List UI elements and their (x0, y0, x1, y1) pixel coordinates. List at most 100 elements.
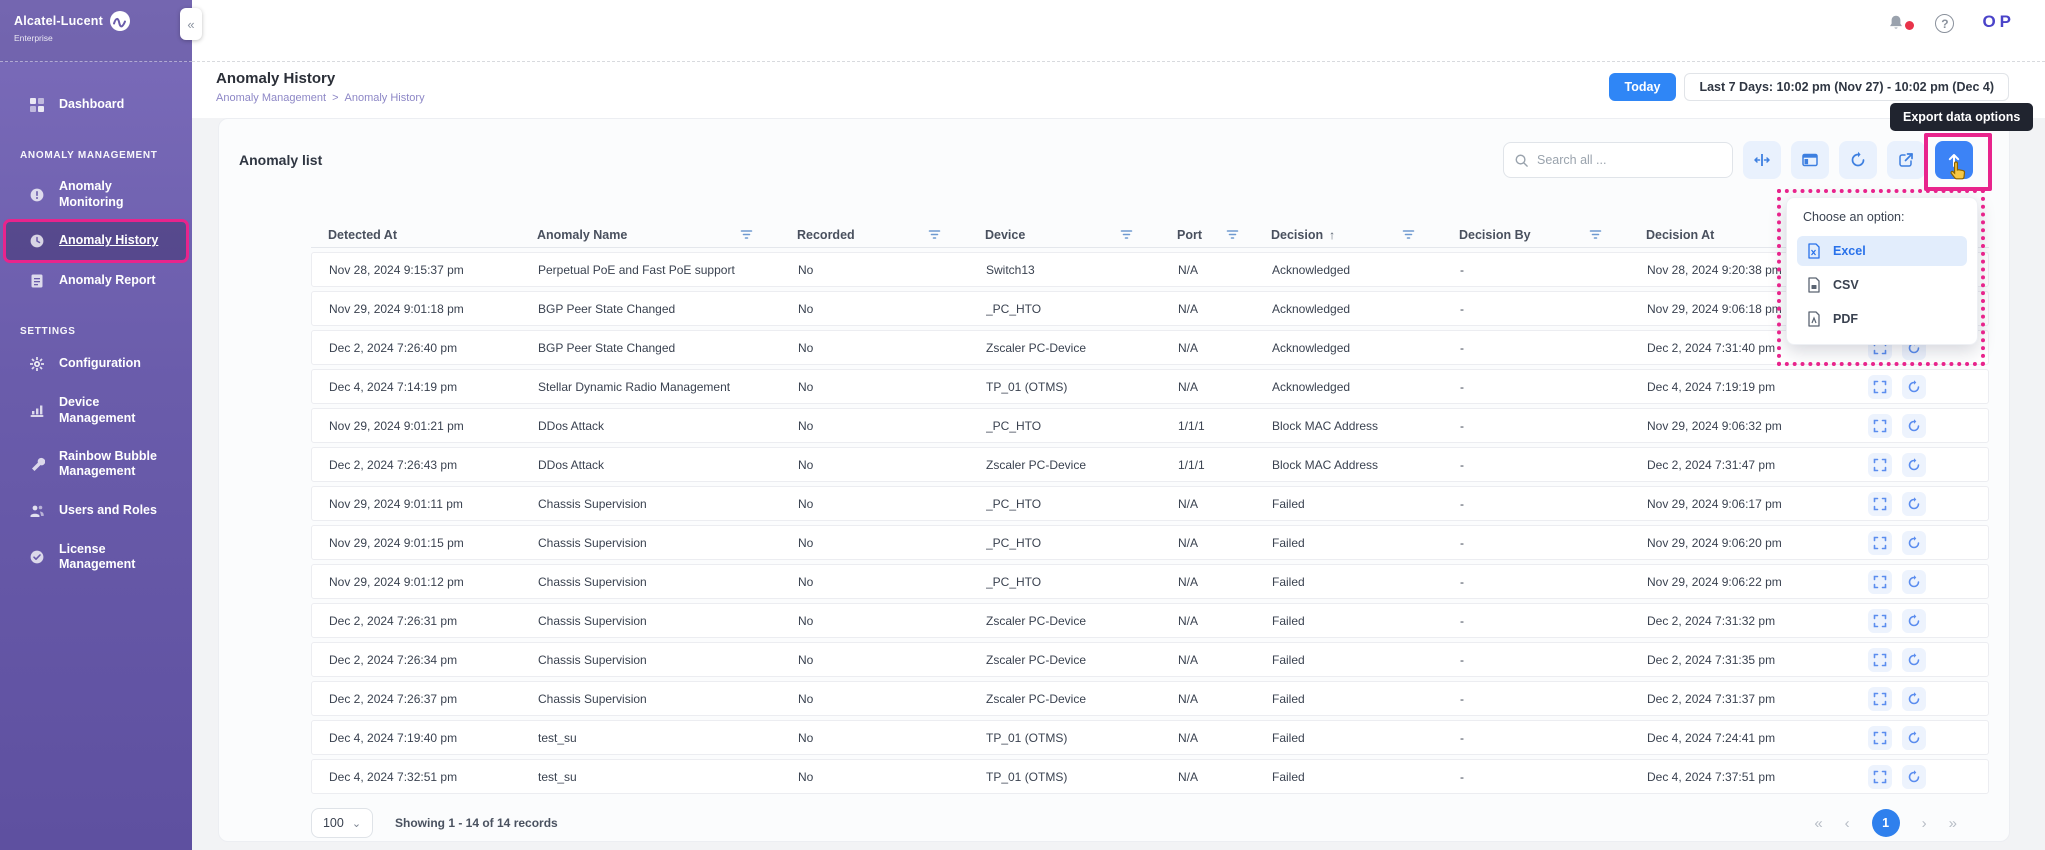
filter-icon[interactable] (1226, 229, 1239, 241)
sidebar-item-configuration[interactable]: Configuration (6, 345, 186, 383)
notifications-button[interactable] (1887, 14, 1915, 34)
cell-recorded: No (798, 418, 814, 433)
table-row[interactable]: Nov 29, 2024 9:01:18 pm BGP Peer State C… (311, 291, 1989, 326)
filter-icon[interactable] (740, 229, 753, 241)
table-row[interactable]: Dec 4, 2024 7:19:40 pm test_su No TP_01 … (311, 720, 1989, 755)
expand-row-button[interactable] (1868, 413, 1892, 438)
open-external-button[interactable] (1887, 141, 1925, 179)
table-row[interactable]: Dec 2, 2024 7:26:37 pm Chassis Supervisi… (311, 681, 1989, 716)
export-option-excel[interactable]: Excel (1797, 236, 1967, 266)
reprocess-row-button[interactable] (1902, 374, 1926, 399)
reprocess-row-button[interactable] (1902, 608, 1926, 633)
sidebar-item-users-and-roles[interactable]: Users and Roles (6, 492, 186, 530)
previous-page-button[interactable]: ‹ (1845, 815, 1850, 832)
reprocess-row-button[interactable] (1902, 647, 1926, 672)
cell-detected-at: Nov 29, 2024 9:01:11 pm (329, 496, 463, 511)
first-page-button[interactable]: « (1814, 815, 1822, 832)
table-row[interactable]: Dec 4, 2024 7:32:51 pm test_su No TP_01 … (311, 759, 1989, 794)
expand-row-button[interactable] (1868, 647, 1892, 672)
sidebar-item-label: Device Management (59, 395, 136, 425)
user-avatar[interactable]: OP (1982, 12, 2015, 32)
expand-row-button[interactable] (1868, 569, 1892, 594)
sidebar-item-rainbow-bubble-management[interactable]: Rainbow Bubble Management (6, 439, 176, 490)
reprocess-row-button[interactable] (1902, 764, 1926, 789)
expand-row-button[interactable] (1868, 374, 1892, 399)
table-row[interactable]: Dec 2, 2024 7:26:43 pm DDos Attack No Zs… (311, 447, 1989, 482)
reprocess-row-button[interactable] (1902, 452, 1926, 477)
reprocess-row-button[interactable] (1902, 413, 1926, 438)
sort-ascending-icon: ↑ (1329, 228, 1336, 242)
next-page-button[interactable]: › (1922, 815, 1927, 832)
cell-port: N/A (1178, 652, 1199, 667)
manage-columns-button[interactable] (1791, 141, 1829, 179)
expand-row-button[interactable] (1868, 686, 1892, 711)
sidebar-item-anomaly-report[interactable]: Anomaly Report (6, 262, 186, 300)
column-header-recorded[interactable]: Recorded (797, 228, 985, 242)
export-button[interactable] (1935, 141, 1973, 179)
expand-row-button[interactable] (1868, 725, 1892, 750)
filter-icon[interactable] (928, 229, 941, 241)
reprocess-row-button[interactable] (1902, 569, 1926, 594)
reprocess-row-button[interactable] (1902, 530, 1926, 555)
sidebar-item-dashboard[interactable]: Dashboard (6, 86, 186, 124)
column-header-detected-at[interactable]: Detected At (311, 228, 537, 242)
sidebar-item-anomaly-history[interactable]: Anomaly History (3, 219, 189, 264)
expand-row-button[interactable] (1868, 452, 1892, 477)
reprocess-row-button[interactable] (1902, 491, 1926, 516)
filter-icon[interactable] (1402, 229, 1415, 241)
anomaly-table: Detected At Anomaly Name Recorded Device (311, 223, 1989, 794)
date-range-selector[interactable]: Last 7 Days: 10:02 pm (Nov 27) - 10:02 p… (1684, 73, 2009, 101)
last-page-button[interactable]: » (1949, 815, 1957, 832)
current-page-button[interactable]: 1 (1871, 809, 1900, 837)
table-row[interactable]: Dec 2, 2024 7:26:40 pm BGP Peer State Ch… (311, 330, 1989, 365)
filter-icon[interactable] (1120, 229, 1133, 241)
search-input[interactable] (1537, 153, 1722, 167)
cell-port: 1/1/1 (1178, 457, 1205, 472)
expand-row-button[interactable] (1868, 764, 1892, 789)
reprocess-row-button[interactable] (1902, 725, 1926, 750)
column-header-device[interactable]: Device (985, 228, 1177, 242)
table-row[interactable]: Nov 29, 2024 9:01:11 pm Chassis Supervis… (311, 486, 1989, 521)
cell-decision: Acknowledged (1272, 340, 1351, 355)
sidebar-item-label: Anomaly History (59, 233, 159, 248)
export-option-csv[interactable]: CSV (1797, 270, 1967, 300)
page-size-select[interactable]: 100 ⌄ (311, 808, 373, 838)
export-option-pdf[interactable]: PDF (1797, 304, 1967, 334)
table-row[interactable]: Dec 2, 2024 7:26:34 pm Chassis Supervisi… (311, 642, 1989, 677)
anomaly-history-icon (28, 232, 46, 250)
cell-decision-at: Dec 2, 2024 7:31:37 pm (1647, 691, 1776, 706)
expand-row-button[interactable] (1868, 530, 1892, 555)
table-row[interactable]: Nov 29, 2024 9:01:15 pm Chassis Supervis… (311, 525, 1989, 560)
today-button[interactable]: Today (1608, 73, 1677, 101)
cell-recorded: No (798, 340, 814, 355)
cell-detected-at: Dec 4, 2024 7:32:51 pm (329, 769, 458, 784)
sidebar-item-device-management[interactable]: Device Management (6, 385, 186, 436)
table-header-row: Detected At Anomaly Name Recorded Device (311, 223, 1989, 248)
fit-columns-button[interactable] (1743, 141, 1781, 179)
expand-row-button[interactable] (1868, 608, 1892, 633)
column-header-decision[interactable]: Decision ↑ (1271, 228, 1459, 242)
table-row[interactable]: Dec 4, 2024 7:14:19 pm Stellar Dynamic R… (311, 369, 1989, 404)
cell-recorded: No (798, 535, 814, 550)
cell-device: _PC_HTO (986, 496, 1042, 511)
table-footer: 100 ⌄ Showing 1 - 14 of 14 records « ‹ 1… (311, 808, 1957, 838)
sidebar-item-anomaly-monitoring[interactable]: Anomaly Monitoring (6, 169, 186, 220)
column-header-anomaly-name[interactable]: Anomaly Name (537, 228, 797, 242)
cell-device: Zscaler PC-Device (986, 457, 1087, 472)
table-row[interactable]: Nov 29, 2024 9:01:21 pm DDos Attack No _… (311, 408, 1989, 443)
sidebar-collapse-button[interactable]: « (180, 8, 202, 40)
sidebar-item-license-management[interactable]: License Management (6, 532, 186, 583)
column-header-port[interactable]: Port (1177, 228, 1271, 242)
reprocess-row-button[interactable] (1902, 686, 1926, 711)
chevron-down-icon: ⌄ (351, 817, 362, 830)
table-row[interactable]: Nov 29, 2024 9:01:12 pm Chassis Supervis… (311, 564, 1989, 599)
refresh-button[interactable] (1839, 141, 1877, 179)
filter-icon[interactable] (1589, 229, 1602, 241)
expand-row-button[interactable] (1868, 491, 1892, 516)
column-header-decision-by[interactable]: Decision By (1459, 228, 1646, 242)
table-row[interactable]: Dec 2, 2024 7:26:31 pm Chassis Supervisi… (311, 603, 1989, 638)
help-button[interactable]: ? (1935, 14, 1955, 33)
breadcrumb-parent[interactable]: Anomaly Management (216, 92, 326, 104)
table-row[interactable]: Nov 28, 2024 9:15:37 pm Perpetual PoE an… (311, 252, 1989, 287)
cell-recorded: No (798, 262, 814, 277)
